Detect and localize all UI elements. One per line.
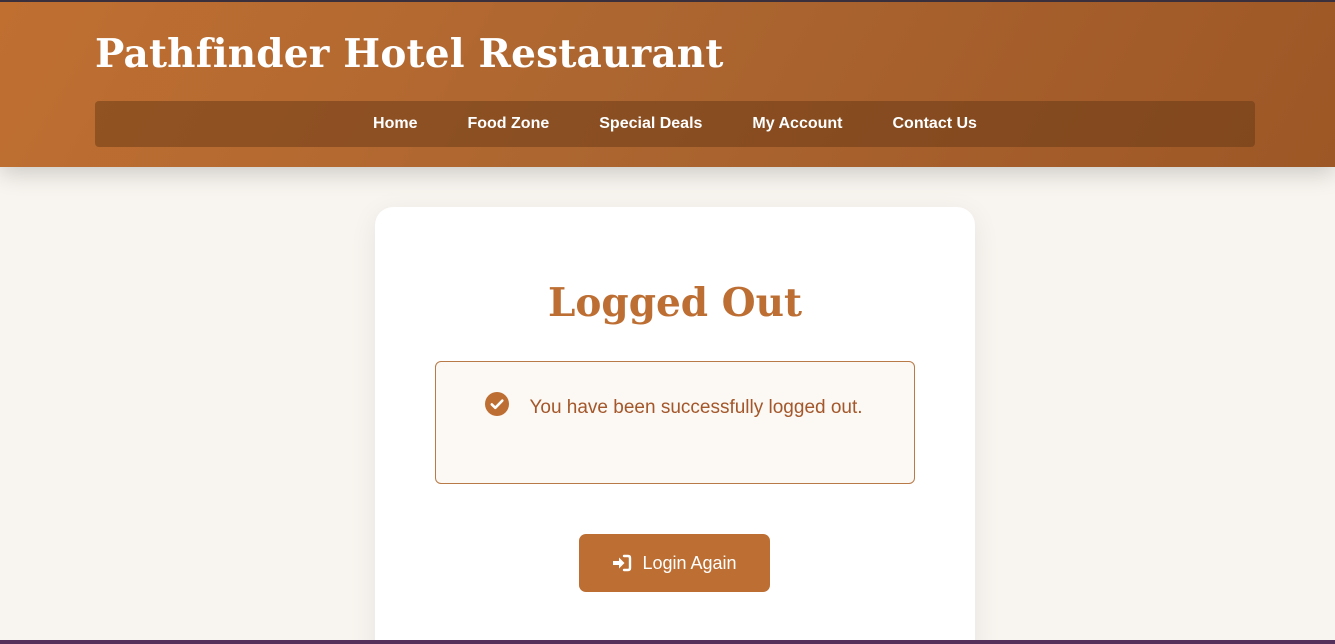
check-circle-icon	[485, 392, 509, 416]
alert-message: You have been successfully logged out.	[529, 397, 863, 418]
site-header: Pathfinder Hotel Restaurant Home Food Zo…	[0, 2, 1335, 167]
nav-my-account[interactable]: My Account	[752, 115, 842, 133]
sign-in-icon	[613, 554, 632, 572]
main-nav: Home Food Zone Special Deals My Account …	[95, 101, 1255, 147]
login-again-button[interactable]: Login Again	[579, 534, 770, 592]
nav-contact-us[interactable]: Contact Us	[893, 115, 977, 133]
page-title: Logged Out	[548, 280, 802, 326]
site-title: Pathfinder Hotel Restaurant	[95, 31, 724, 77]
success-alert: You have been successfully logged out.	[435, 361, 915, 484]
login-again-label: Login Again	[642, 552, 737, 573]
nav-special-deals[interactable]: Special Deals	[599, 115, 702, 133]
nav-home[interactable]: Home	[373, 115, 417, 133]
nav-food-zone[interactable]: Food Zone	[467, 115, 549, 133]
bottom-border	[0, 640, 1335, 644]
logout-card: Logged Out You have been successfully lo…	[375, 207, 975, 644]
